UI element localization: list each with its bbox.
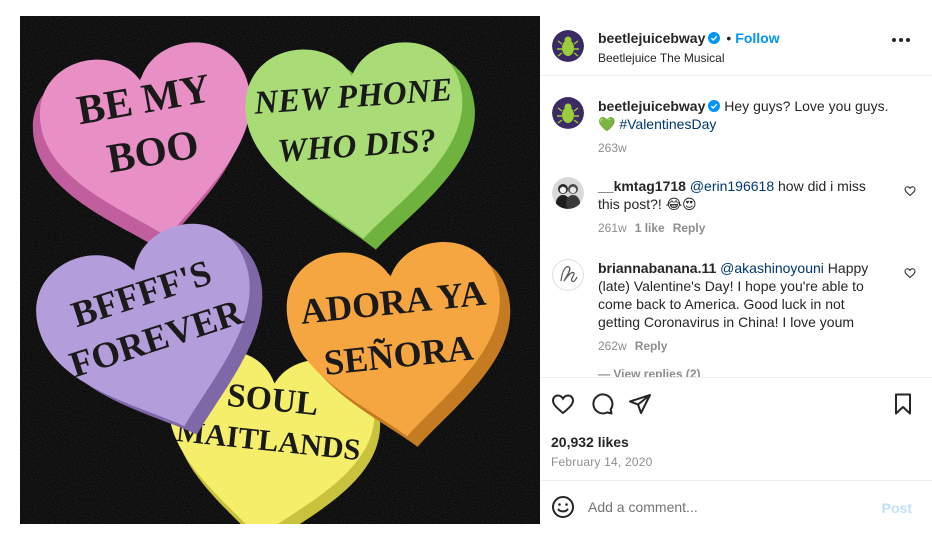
add-comment-bar: Post bbox=[540, 480, 932, 534]
comment-body: briannabanana.11 @akashinoyouni Happy (l… bbox=[598, 259, 890, 353]
view-replies-button[interactable]: — View replies (2) bbox=[598, 367, 701, 377]
emoji-icon[interactable] bbox=[551, 495, 575, 519]
avatar-photo-icon bbox=[552, 177, 584, 209]
comment-mention[interactable]: @akashinoyouni bbox=[720, 260, 824, 276]
caption-username[interactable]: beetlejuicebway bbox=[598, 98, 705, 114]
likes-count[interactable]: 20,932 likes bbox=[551, 434, 629, 450]
caption-avatar[interactable] bbox=[552, 97, 584, 129]
instagram-post: SOUL MAITLANDS BE MY BOO BFFFF'S FOREVER bbox=[0, 0, 932, 534]
commenter-avatar[interactable] bbox=[552, 259, 584, 291]
comment-time[interactable]: 261w bbox=[598, 221, 627, 235]
post-comment-button[interactable]: Post bbox=[882, 500, 912, 516]
comment-input[interactable] bbox=[588, 493, 868, 521]
post-side-panel: beetlejuicebway • Follow Beetlejuice The M… bbox=[540, 0, 932, 534]
verified-badge-icon bbox=[708, 100, 721, 112]
post-date[interactable]: February 14, 2020 bbox=[551, 455, 652, 469]
comment-meta: 261w 1 like Reply bbox=[598, 221, 890, 235]
beetle-avatar-icon bbox=[552, 30, 584, 62]
comment-likes[interactable]: 1 like bbox=[635, 221, 665, 235]
comment-username[interactable]: __kmtag1718 bbox=[598, 178, 686, 194]
comment-meta: 262w Reply bbox=[598, 339, 890, 353]
reply-button[interactable]: Reply bbox=[635, 339, 668, 353]
share-send-icon[interactable] bbox=[628, 392, 652, 416]
header-username[interactable]: beetlejuicebway bbox=[598, 30, 705, 46]
comment-mention[interactable]: @erin196618 bbox=[690, 178, 774, 194]
header-subtitle[interactable]: Beetlejuice The Musical bbox=[598, 51, 725, 65]
signature-avatar-icon bbox=[552, 259, 584, 291]
caption-hashtag[interactable]: #ValentinesDay bbox=[619, 116, 716, 132]
account-avatar[interactable] bbox=[552, 30, 584, 62]
beetle-avatar-icon bbox=[552, 97, 584, 129]
like-comment-heart-icon[interactable] bbox=[904, 185, 916, 197]
comment-time[interactable]: 262w bbox=[598, 339, 627, 353]
post-actions: 20,932 likes February 14, 2020 bbox=[540, 377, 932, 480]
header-separator: • bbox=[726, 30, 732, 46]
comment-username[interactable]: briannabanana.11 bbox=[598, 260, 716, 276]
header-title-line: beetlejuicebway • Follow bbox=[598, 30, 780, 46]
caption-text: Hey guys? Love you guys. bbox=[724, 98, 889, 114]
verified-badge-icon bbox=[708, 32, 721, 44]
commenter-avatar[interactable] bbox=[552, 177, 584, 209]
more-options-icon[interactable] bbox=[890, 35, 912, 45]
comments-list[interactable]: beetlejuicebway Hey guys? Love you guys.… bbox=[540, 77, 932, 377]
follow-button[interactable]: Follow bbox=[735, 30, 779, 46]
green-heart-emoji: 💚 bbox=[598, 116, 616, 132]
comment-bubble-icon[interactable] bbox=[590, 392, 614, 416]
caption-body: beetlejuicebway Hey guys? Love you guys.… bbox=[598, 97, 890, 155]
save-bookmark-icon[interactable] bbox=[891, 392, 915, 416]
caption-time[interactable]: 263w bbox=[598, 141, 627, 155]
like-heart-icon[interactable] bbox=[551, 392, 575, 416]
post-header: beetlejuicebway • Follow Beetlejuice The M… bbox=[540, 16, 932, 76]
like-comment-heart-icon[interactable] bbox=[904, 267, 916, 279]
comment-body: __kmtag1718 @erin196618 how did i miss t… bbox=[598, 177, 890, 235]
caption-meta: 263w bbox=[598, 141, 890, 155]
reply-button[interactable]: Reply bbox=[673, 221, 706, 235]
post-image[interactable]: SOUL MAITLANDS BE MY BOO BFFFF'S FOREVER bbox=[20, 16, 540, 524]
candy-hearts-illustration: SOUL MAITLANDS BE MY BOO BFFFF'S FOREVER bbox=[20, 16, 540, 524]
